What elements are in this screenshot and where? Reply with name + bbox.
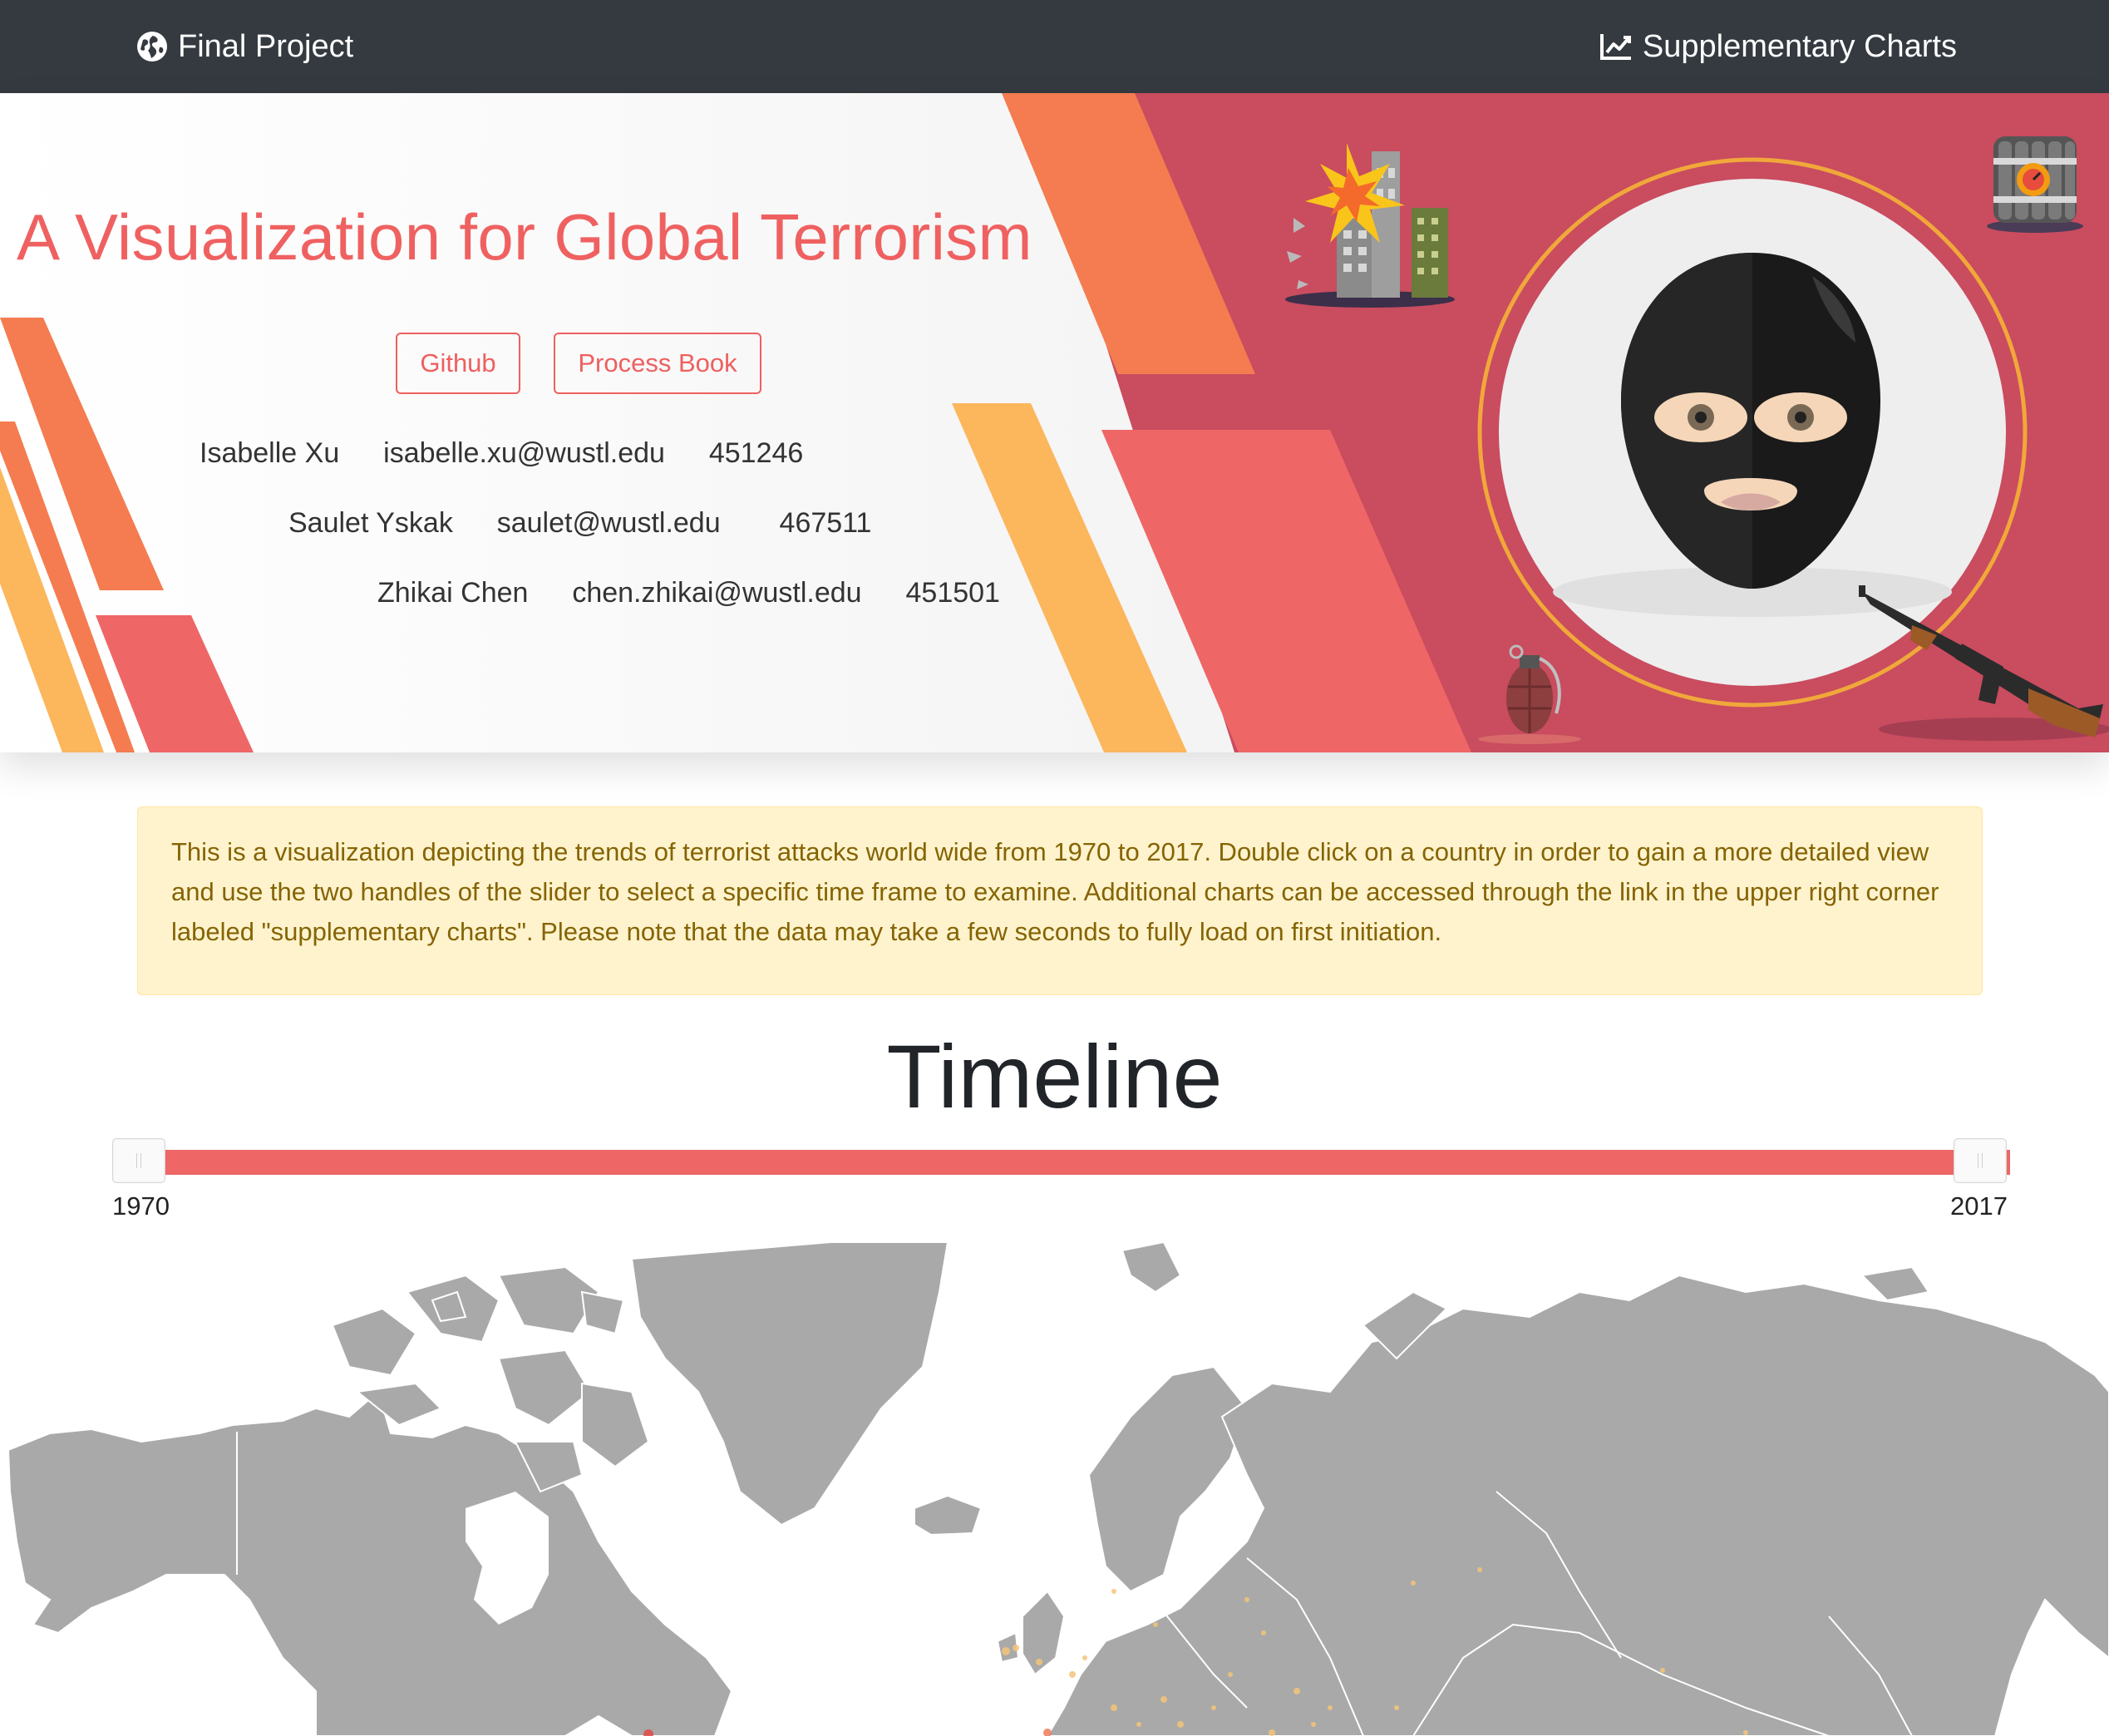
hero-background	[0, 93, 2109, 752]
line-chart-icon	[1599, 32, 1633, 61]
author-row: Isabelle Xu isabelle.xu@wustl.edu 451246	[200, 437, 803, 470]
author-email: chen.zhikai@wustl.edu	[572, 577, 862, 609]
dynamite-bomb-icon	[1987, 136, 2083, 233]
author-name: Zhikai Chen	[377, 577, 529, 609]
globe-icon	[136, 31, 168, 62]
hero-title: A Visualization for Global Terrorism	[17, 200, 1032, 274]
brand-label: Final Project	[178, 28, 354, 64]
github-button[interactable]: Github	[396, 333, 520, 394]
timeline-slider-range[interactable]	[140, 1150, 2010, 1175]
timeline-title: Timeline	[886, 1026, 1223, 1127]
author-id: 451501	[905, 577, 1000, 609]
slider-min-label: 1970	[112, 1191, 170, 1221]
author-row: Saulet Yskak saulet@wustl.edu 467511	[288, 507, 871, 540]
map-land[interactable]	[7, 1242, 2109, 1736]
nav-brand-link[interactable]: Final Project	[136, 0, 353, 93]
author-id: 467511	[779, 507, 872, 539]
slider-handle-end[interactable]	[1954, 1138, 2007, 1183]
slider-max-label: 2017	[1950, 1191, 2008, 1221]
supplementary-label: Supplementary Charts	[1642, 28, 1957, 64]
navbar: Final Project Supplementary Charts	[0, 0, 2109, 93]
info-alert: This is a visualization depicting the tr…	[137, 806, 1983, 995]
author-id: 451246	[708, 437, 804, 469]
slider-handle-start[interactable]	[112, 1138, 165, 1183]
author-row: Zhikai Chen chen.zhikai@wustl.edu 451501	[377, 577, 1000, 609]
supplementary-charts-link[interactable]: Supplementary Charts	[1599, 0, 1957, 93]
world-map[interactable]	[0, 1242, 2109, 1736]
author-email: saulet@wustl.edu	[496, 507, 721, 539]
author-email: isabelle.xu@wustl.edu	[383, 437, 665, 469]
hero-banner: A Visualization for Global Terrorism Git…	[0, 93, 2109, 752]
author-name: Saulet Yskak	[288, 507, 453, 539]
process-book-button[interactable]: Process Book	[554, 333, 761, 394]
author-name: Isabelle Xu	[200, 437, 340, 469]
